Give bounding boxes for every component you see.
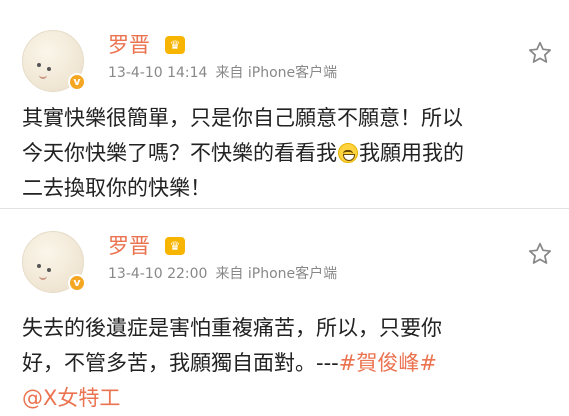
mention-link[interactable]: @X女特工 (22, 381, 552, 416)
post-meta: 13-4-10 22:00 来自 iPhone客户端 (108, 265, 337, 283)
post-meta: 13-4-10 14:14 来自 iPhone客户端 (108, 64, 337, 82)
username-link[interactable]: 罗晋 (108, 233, 150, 259)
content-line: 失去的後遺症是害怕重複痛苦，所以，只要你 (22, 316, 442, 340)
weibo-post: v 罗晋 ♛ 13-4-10 14:14 来自 iPhone客户端 其實快樂很簡單… (0, 0, 569, 208)
username-link[interactable]: 罗晋 (108, 32, 150, 58)
post-source: 来自 iPhone客户端 (215, 65, 338, 81)
grin-emoji-icon (338, 143, 358, 163)
content-text: 好，不管多苦，我願獨自面對。--- (22, 351, 339, 375)
post-content: 失去的後遺症是害怕重複痛苦，所以，只要你 好，不管多苦，我願獨自面對。---#賀… (22, 311, 552, 416)
content-line: 好，不管多苦，我願獨自面對。---#賀俊峰# (22, 346, 552, 381)
weibo-post: v 罗晋 ♛ 13-4-10 22:00 来自 iPhone客户端 失去的後遺症是… (0, 208, 569, 416)
content-line: 今天你快樂了嗎？不快樂的看看我 我願用我的 (22, 136, 552, 171)
verified-v-icon: v (68, 73, 86, 91)
post-content: 其實快樂很簡單，只是你自己願意不願意！所以 今天你快樂了嗎？不快樂的看看我 我願用… (22, 101, 552, 206)
crown-vip-icon[interactable]: ♛ (165, 36, 185, 54)
post-timestamp[interactable]: 13-4-10 14:14 (108, 65, 207, 81)
avatar-eye (47, 67, 51, 71)
avatar-eye (37, 264, 41, 268)
avatar-eye (37, 63, 41, 67)
crown-vip-icon[interactable]: ♛ (165, 237, 185, 255)
avatar-eye (47, 268, 51, 272)
content-text: 我願用我的 (359, 141, 464, 165)
post-timestamp[interactable]: 13-4-10 22:00 (108, 266, 207, 282)
verified-v-icon: v (68, 274, 86, 292)
post-source: 来自 iPhone客户端 (215, 266, 338, 282)
content-line: 二去換取你的快樂！ (22, 176, 211, 200)
avatar-mouth (39, 276, 47, 280)
star-icon[interactable] (527, 40, 553, 66)
hashtag-link[interactable]: #賀俊峰# (339, 351, 437, 375)
star-icon[interactable] (527, 241, 553, 267)
content-line: 其實快樂很簡單，只是你自己願意不願意！所以 (22, 106, 463, 130)
content-text: 今天你快樂了嗎？不快樂的看看我 (22, 141, 337, 165)
avatar-mouth (39, 75, 47, 79)
